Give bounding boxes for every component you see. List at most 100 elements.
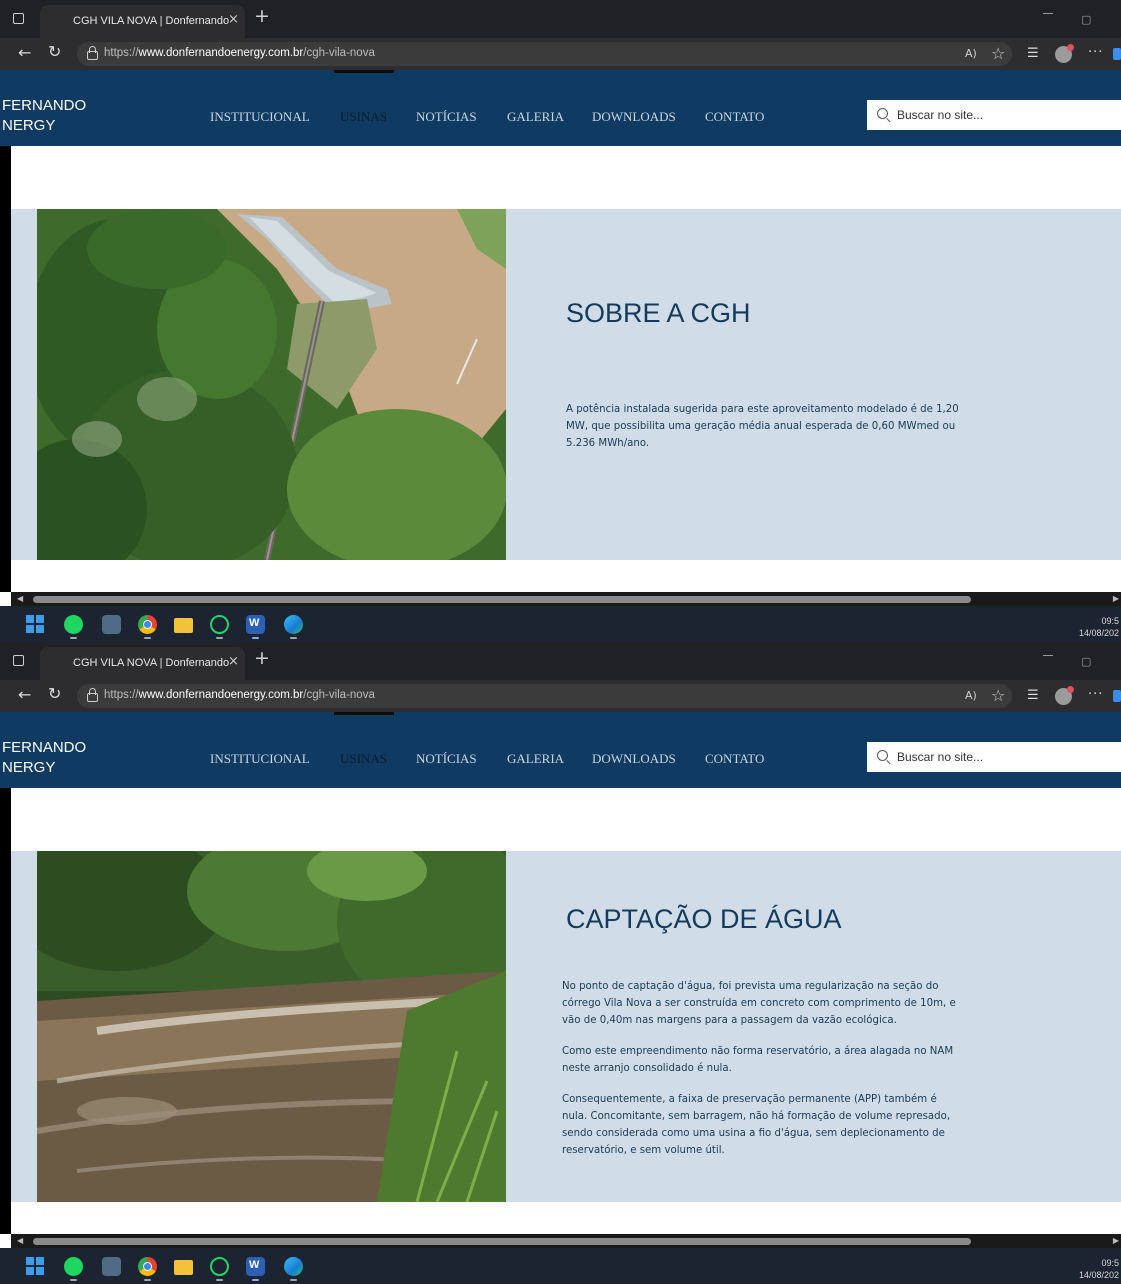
scrollbar-thumb[interactable] — [33, 596, 971, 603]
section-heading: SOBRE A CGH — [566, 298, 751, 328]
windows-start-icon[interactable] — [26, 1257, 45, 1276]
horizontal-scrollbar[interactable]: ◀ ▶ — [11, 1234, 1121, 1248]
reload-icon[interactable]: ↻ — [48, 42, 61, 61]
running-indicator — [144, 1279, 151, 1281]
system-clock[interactable]: 09:5 14/08/202 — [1079, 1257, 1119, 1281]
close-tab-icon[interactable]: × — [228, 654, 239, 669]
browser-tab[interactable]: CGH VILA NOVA | Donfernando × — [40, 647, 245, 680]
search-icon[interactable] — [877, 750, 888, 761]
favorite-star-icon[interactable]: ☆ — [991, 686, 1005, 705]
menu-downloads[interactable]: DOWNLOADS — [592, 751, 676, 767]
address-bar: ← ↻ https://www.donfernandoenergy.com.br… — [0, 680, 1121, 712]
site-logo[interactable]: FERNANDO NERGY — [2, 96, 86, 136]
favorites-icon[interactable]: ☰ — [1027, 46, 1039, 61]
scroll-right-icon[interactable]: ▶ — [1113, 594, 1119, 603]
tab-bar: CGH VILA NOVA | Donfernando × + ▢ — [0, 642, 1121, 680]
running-indicator — [70, 1279, 77, 1281]
lock-icon[interactable] — [87, 688, 98, 702]
site-search — [867, 100, 1121, 130]
read-aloud-icon[interactable]: A) — [965, 47, 977, 60]
menu-galeria[interactable]: GALERIA — [507, 109, 564, 125]
running-indicator — [252, 1279, 259, 1281]
scrollbar-thumb[interactable] — [33, 1238, 971, 1245]
browser-tab[interactable]: CGH VILA NOVA | Donfernando × — [40, 5, 245, 38]
section-text: No ponto de captação d'água, foi previst… — [562, 978, 962, 1173]
paragraph: Como este empreendimento não forma reser… — [562, 1046, 954, 1074]
minimize-icon[interactable] — [1043, 655, 1053, 656]
section-text: A potência instalada sugerida para este … — [566, 401, 966, 466]
menu-institucional[interactable]: INSTITUCIONAL — [210, 109, 310, 125]
running-indicator — [144, 637, 151, 639]
chrome-icon[interactable] — [138, 615, 157, 634]
menu-noticias[interactable]: NOTÍCIAS — [416, 109, 477, 125]
menu-galeria[interactable]: GALERIA — [507, 751, 564, 767]
word-icon[interactable] — [246, 1257, 265, 1276]
back-icon[interactable]: ← — [18, 685, 31, 704]
taskbar: 09:5 14/08/202 — [0, 606, 1121, 642]
site-header: FERNANDO NERGY INSTITUCIONAL USINAS NOTÍ… — [0, 712, 1121, 788]
minimize-icon[interactable] — [1043, 13, 1053, 14]
new-tab-icon[interactable]: + — [254, 649, 270, 668]
river-photo — [37, 851, 506, 1202]
calculator-icon[interactable] — [102, 1257, 121, 1276]
new-tab-icon[interactable]: + — [254, 7, 270, 26]
menu-downloads[interactable]: DOWNLOADS — [592, 109, 676, 125]
file-explorer-icon[interactable] — [174, 1260, 193, 1275]
favorite-star-icon[interactable]: ☆ — [991, 44, 1005, 63]
url-text: https://www.donfernandoenergy.com.br/cgh… — [104, 689, 375, 701]
scroll-left-icon[interactable]: ◀ — [17, 1236, 23, 1245]
menu-contato[interactable]: CONTATO — [705, 751, 764, 767]
search-input[interactable] — [897, 748, 1112, 766]
file-explorer-icon[interactable] — [174, 618, 193, 633]
windows-start-icon[interactable] — [26, 615, 45, 634]
running-indicator — [290, 637, 297, 639]
screenshot-2: CGH VILA NOVA | Donfernando × + ▢ ← ↻ ht… — [0, 642, 1121, 1284]
copilot-icon[interactable] — [1113, 48, 1121, 60]
system-clock[interactable]: 09:5 14/08/202 — [1079, 615, 1119, 639]
profile-avatar[interactable] — [1055, 686, 1074, 705]
edge-icon[interactable] — [284, 615, 303, 634]
copilot-icon[interactable] — [1113, 690, 1121, 702]
tab-actions-icon[interactable] — [13, 13, 24, 24]
scroll-left-icon[interactable]: ◀ — [17, 594, 23, 603]
url-field[interactable]: https://www.donfernandoenergy.com.br/cgh… — [77, 684, 1012, 708]
edge-icon[interactable] — [284, 1257, 303, 1276]
scroll-right-icon[interactable]: ▶ — [1113, 1236, 1119, 1245]
reload-icon[interactable]: ↻ — [48, 684, 61, 703]
whatsapp-icon[interactable] — [210, 1257, 229, 1276]
restore-icon[interactable]: ▢ — [1081, 655, 1091, 668]
calculator-icon[interactable] — [102, 615, 121, 634]
read-aloud-icon[interactable]: A) — [965, 689, 977, 702]
menu-usinas[interactable]: USINAS — [340, 751, 387, 767]
menu-contato[interactable]: CONTATO — [705, 109, 764, 125]
spotify-icon[interactable] — [64, 615, 83, 634]
url-text: https://www.donfernandoenergy.com.br/cgh… — [104, 47, 375, 59]
search-icon[interactable] — [877, 108, 888, 119]
menu-usinas[interactable]: USINAS — [340, 109, 387, 125]
back-icon[interactable]: ← — [18, 43, 31, 62]
menu-noticias[interactable]: NOTÍCIAS — [416, 751, 477, 767]
tab-actions-icon[interactable] — [13, 655, 24, 666]
close-tab-icon[interactable]: × — [228, 12, 239, 27]
profile-avatar[interactable] — [1055, 44, 1074, 63]
more-options-icon[interactable]: ··· — [1088, 45, 1103, 60]
favorites-icon[interactable]: ☰ — [1027, 688, 1039, 703]
menu-institucional[interactable]: INSTITUCIONAL — [210, 751, 310, 767]
horizontal-scrollbar[interactable]: ◀ ▶ — [11, 592, 1121, 606]
paragraph: A potência instalada sugerida para este … — [566, 404, 959, 449]
paragraph: Consequentemente, a faixa de preservação… — [562, 1094, 951, 1156]
word-icon[interactable] — [246, 615, 265, 634]
more-options-icon[interactable]: ··· — [1088, 687, 1103, 702]
aerial-dam-photo — [37, 209, 506, 560]
url-field[interactable]: https://www.donfernandoenergy.com.br/cgh… — [77, 42, 1012, 66]
spotify-icon[interactable] — [64, 1257, 83, 1276]
running-indicator — [216, 637, 223, 639]
site-logo[interactable]: FERNANDO NERGY — [2, 738, 86, 778]
tab-title: CGH VILA NOVA | Donfernando — [73, 15, 230, 27]
restore-icon[interactable]: ▢ — [1081, 13, 1091, 26]
chrome-icon[interactable] — [138, 1257, 157, 1276]
lock-icon[interactable] — [87, 46, 98, 60]
whatsapp-icon[interactable] — [210, 615, 229, 634]
page-edge — [0, 146, 11, 592]
search-input[interactable] — [897, 106, 1112, 124]
